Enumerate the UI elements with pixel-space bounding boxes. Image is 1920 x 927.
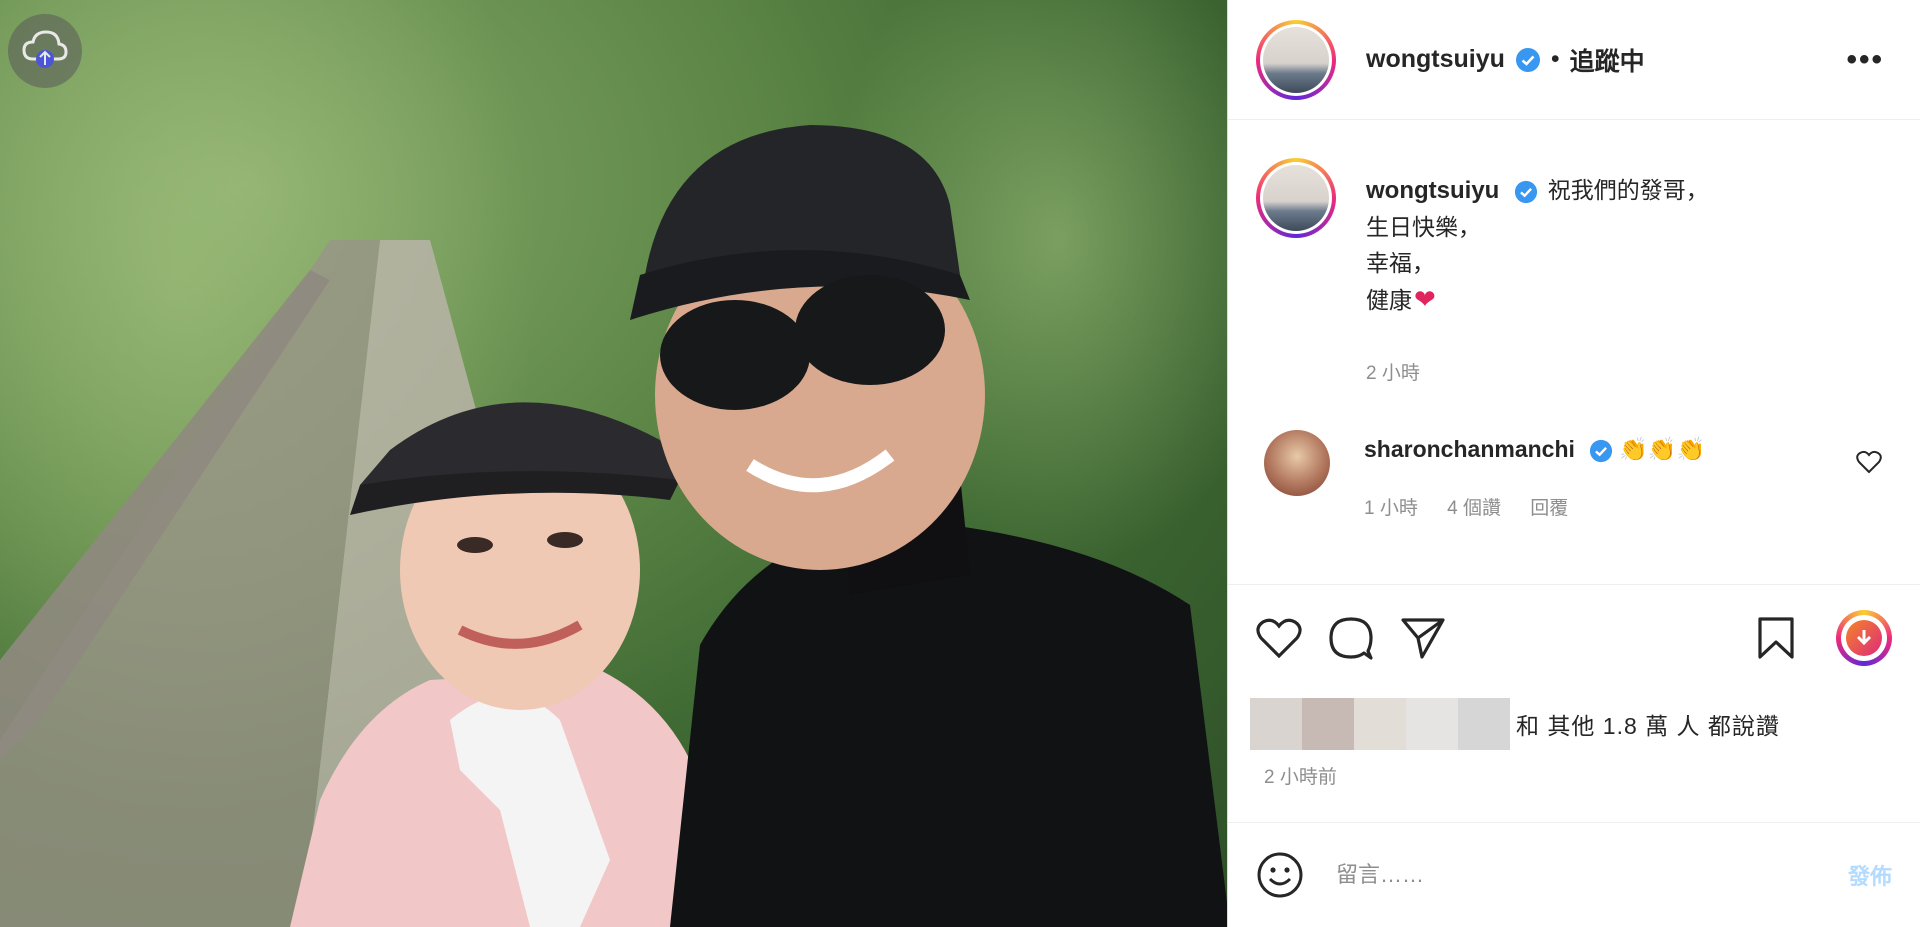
heart-emoji: ❤ — [1414, 284, 1436, 314]
header-username[interactable]: wongtsuiyu — [1366, 45, 1505, 74]
comment-likes[interactable]: 4 個讚 — [1447, 498, 1501, 519]
post-comment-button[interactable]: 發佈 — [1848, 859, 1892, 891]
comment-input[interactable] — [1334, 861, 1848, 889]
likes-summary[interactable]: 和 其他 1.8 萬 人 都說讚 — [1250, 698, 1780, 750]
verified-badge-icon — [1590, 439, 1613, 462]
blurred-avatar — [1250, 698, 1302, 750]
caption-avatar[interactable] — [1256, 158, 1336, 238]
upload-button[interactable] — [8, 14, 82, 88]
actions-divider — [1228, 584, 1920, 585]
comment-time[interactable]: 1 小時 — [1364, 498, 1418, 519]
caption-time[interactable]: 2 小時 — [1366, 356, 1709, 392]
caption-line: 生日快樂， — [1366, 214, 1481, 240]
header-separator: • — [1550, 45, 1560, 73]
comment-avatar[interactable] — [1264, 430, 1330, 496]
post-timestamp[interactable]: 2 小時前 — [1264, 762, 1337, 789]
share-paper-plane-icon[interactable] — [1400, 616, 1446, 660]
comment-username[interactable]: sharonchanmanchi — [1364, 436, 1575, 462]
caption-line: 幸福， — [1366, 250, 1435, 276]
verified-badge-icon — [1514, 180, 1537, 203]
liker-avatars — [1250, 698, 1510, 750]
blurred-avatar — [1302, 698, 1354, 750]
caption-line: 健康 — [1366, 287, 1412, 313]
man-figure — [630, 125, 1227, 927]
reply-button[interactable]: 回覆 — [1530, 498, 1568, 519]
verified-badge-icon — [1515, 47, 1540, 72]
like-heart-icon[interactable] — [1256, 617, 1302, 659]
comment-item: sharonchanmanchi 👏👏👏 1 小時 4 個讚 回覆 — [1264, 430, 1894, 520]
caption-username[interactable]: wongtsuiyu — [1366, 177, 1499, 204]
post-sidebar: wongtsuiyu • 追蹤中 ••• wongtsuiyu 祝我們的發哥， — [1227, 0, 1920, 927]
download-button[interactable] — [1836, 610, 1892, 666]
comment-text: 👏👏👏 — [1619, 436, 1706, 462]
blurred-avatar — [1406, 698, 1458, 750]
action-bar — [1256, 608, 1892, 668]
comment-like-heart-icon[interactable] — [1856, 450, 1882, 474]
post-header: wongtsuiyu • 追蹤中 ••• — [1228, 0, 1920, 120]
header-avatar[interactable] — [1256, 19, 1336, 100]
add-comment-bar: 發佈 — [1228, 822, 1920, 927]
post-caption: wongtsuiyu 祝我們的發哥， 生日快樂， 幸福， 健康❤ 2 小時 — [1256, 158, 1709, 392]
bookmark-icon[interactable] — [1756, 616, 1796, 660]
blurred-avatar — [1354, 698, 1406, 750]
download-arrow-icon — [1856, 630, 1872, 646]
cloud-upload-icon — [22, 30, 68, 68]
likes-count-text[interactable]: 和 其他 1.8 萬 人 都說讚 — [1516, 707, 1780, 741]
following-button[interactable]: 追蹤中 — [1570, 42, 1645, 78]
emoji-smiley-icon[interactable] — [1256, 851, 1304, 899]
caption-line: 祝我們的發哥， — [1547, 177, 1709, 203]
blurred-avatar — [1458, 698, 1510, 750]
more-options-icon[interactable]: ••• — [1846, 43, 1892, 77]
post-photo[interactable] — [0, 0, 1227, 927]
comment-bubble-icon[interactable] — [1328, 615, 1374, 661]
